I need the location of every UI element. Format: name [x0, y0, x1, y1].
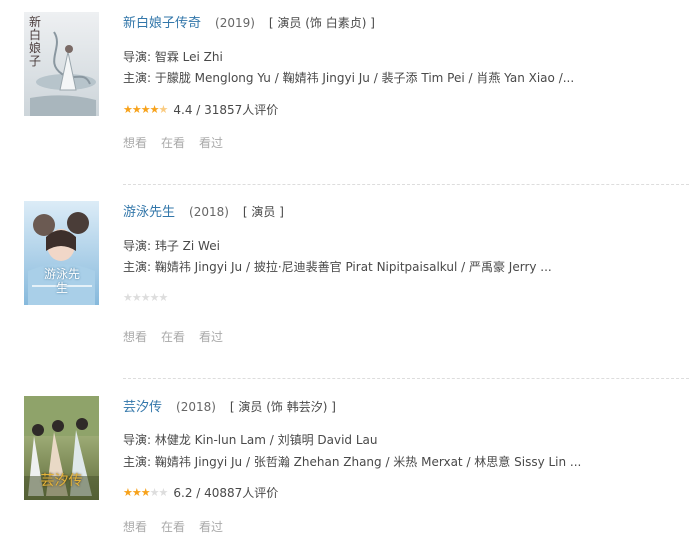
movie-title-link[interactable]: 芸汐传 [123, 400, 162, 415]
want-to-watch-link[interactable]: 想看 [123, 136, 147, 150]
poster-caption: 游泳先生 [43, 267, 80, 295]
watching-link[interactable]: 在看 [161, 136, 185, 150]
star-icon: ★ [149, 290, 160, 304]
title-row: 芸汐传 (2018) [ 演员 (饰 韩芸汐) ] [123, 398, 336, 416]
rating-stars-icon: ★★★★★ [123, 485, 169, 499]
watching-link[interactable]: 在看 [161, 520, 185, 534]
watched-link[interactable]: 看过 [199, 136, 223, 150]
movie-year: (2018) [176, 400, 216, 414]
director-line: 导演: 智霖 Lei Zhi [123, 50, 223, 64]
movie-role: [ 演员 (饰 韩芸汐) ] [229, 400, 336, 414]
want-to-watch-link[interactable]: 想看 [123, 520, 147, 534]
title-row: 游泳先生 (2018) [ 演员 ] [123, 203, 284, 221]
movie-poster[interactable]: 游泳先生 [24, 201, 99, 305]
cast-line: 主演: 鞠婧祎 Jingyi Ju / 张哲瀚 Zhehan Zhang / 米… [123, 455, 582, 469]
movie-year: (2018) [189, 205, 229, 219]
movie-title-link[interactable]: 新白娘子传奇 [123, 16, 201, 31]
star-icon: ★ [140, 290, 151, 304]
divider [123, 378, 689, 379]
movie-year: (2019) [215, 16, 255, 30]
watched-link[interactable]: 看过 [199, 520, 223, 534]
star-icon: ★ [158, 290, 169, 304]
rating-stars-icon: ★★★★★ [123, 290, 169, 304]
rating-row: ★★★★★ 6.2 / 40887人评价 [123, 483, 278, 501]
star-icon: ★ [149, 102, 160, 116]
director-line: 导演: 林健龙 Kin-lun Lam / 刘镇明 David Lau [123, 433, 378, 447]
movie-poster[interactable]: 芸汐传 [24, 396, 99, 500]
star-icon: ★ [123, 290, 133, 304]
poster-caption: 新白娘子 [28, 15, 41, 68]
watching-link[interactable]: 在看 [161, 330, 185, 344]
director-line: 导演: 玮子 Zi Wei [123, 239, 220, 253]
star-icon: ★ [140, 102, 151, 116]
rating-text: 6.2 / 40887人评价 [173, 485, 279, 500]
movie-role: [ 演员 ] [242, 205, 284, 219]
movie-title-link[interactable]: 游泳先生 [123, 205, 175, 220]
divider [123, 184, 689, 185]
star-icon: ★ [131, 290, 142, 304]
star-icon: ★ [140, 485, 151, 499]
cast-line: 主演: 鞠婧祎 Jingyi Ju / 披拉·尼迪裴善官 Pirat Nipit… [123, 260, 552, 274]
movie-poster[interactable]: 新白娘子 [24, 12, 99, 116]
star-icon: ★ [123, 485, 133, 499]
star-icon: ★ [131, 485, 142, 499]
rating-row: ★★★★★ [123, 288, 173, 306]
star-icon: ★ [123, 102, 133, 116]
cast-line: 主演: 于朦胧 Menglong Yu / 鞠婧祎 Jingyi Ju / 裴子… [123, 71, 575, 85]
action-links: 想看 在看 看过 [123, 328, 237, 346]
movie-role: [ 演员 (饰 白素贞) ] [268, 16, 375, 30]
rating-row: ★★★★★ 4.4 / 31857人评价 [123, 100, 278, 118]
poster-caption: 芸汐传 [40, 473, 83, 489]
want-to-watch-link[interactable]: 想看 [123, 330, 147, 344]
star-icon: ★ [131, 102, 142, 116]
star-icon: ★ [158, 102, 169, 116]
rating-text: 4.4 / 31857人评价 [173, 102, 279, 117]
rating-stars-icon: ★★★★★ [123, 102, 169, 116]
action-links: 想看 在看 看过 [123, 518, 237, 536]
star-icon: ★ [158, 485, 169, 499]
watched-link[interactable]: 看过 [199, 330, 223, 344]
star-icon: ★ [149, 485, 160, 499]
title-row: 新白娘子传奇 (2019) [ 演员 (饰 白素贞) ] [123, 14, 375, 32]
action-links: 想看 在看 看过 [123, 134, 237, 152]
